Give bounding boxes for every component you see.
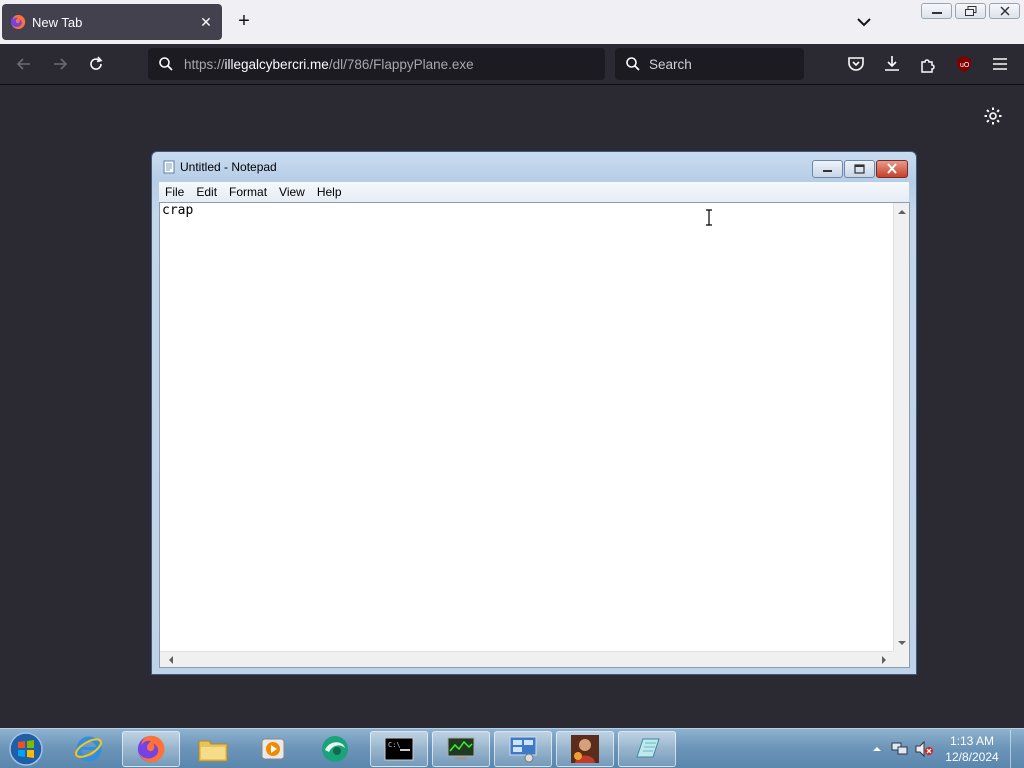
clock[interactable]: 1:13 AM 12/8/2024 — [940, 733, 1004, 765]
pocket-icon[interactable] — [846, 54, 866, 74]
taskbar-firefox[interactable] — [122, 731, 180, 767]
back-arrow-icon[interactable] — [14, 54, 34, 74]
gear-icon[interactable] — [983, 106, 1003, 126]
taskbar-internet-explorer[interactable] — [60, 731, 118, 767]
command-prompt-icon: C:\ — [384, 737, 414, 761]
restore-icon — [965, 6, 977, 16]
notepad-menubar: File Edit Format View Help — [159, 182, 909, 202]
maximize-icon — [854, 164, 865, 174]
control-panel-icon — [509, 736, 537, 763]
notepad-icon — [636, 738, 660, 758]
swirl-app-icon — [322, 736, 348, 762]
url-scheme: https:// — [184, 56, 225, 72]
menu-file[interactable]: File — [159, 185, 190, 199]
notepad-maximize-button[interactable] — [844, 160, 875, 178]
menu-format[interactable]: Format — [223, 185, 273, 199]
reload-icon[interactable] — [86, 54, 106, 74]
taskbar-file-explorer[interactable] — [184, 731, 242, 767]
notepad-content: crap — [162, 203, 194, 218]
volume-muted-icon[interactable] — [914, 740, 934, 758]
taskbar-game[interactable] — [556, 731, 614, 767]
url-text: https://illegalcybercri.me/dl/786/Flappy… — [184, 57, 474, 72]
tab-title: New Tab — [32, 14, 83, 30]
notepad-titlebar[interactable]: Untitled - Notepad — [159, 152, 909, 182]
notepad-window: Untitled - Notepad File Edit Format View… — [151, 151, 917, 675]
vertical-scrollbar[interactable] — [893, 203, 909, 652]
extensions-icon[interactable] — [918, 54, 938, 74]
close-tab-icon[interactable]: ✕ — [198, 14, 214, 30]
network-icon[interactable] — [890, 740, 910, 758]
forward-arrow-icon[interactable] — [50, 54, 70, 74]
clock-time: 1:13 AM — [949, 734, 995, 748]
notepad-close-button[interactable] — [876, 160, 908, 178]
clock-date: 12/8/2024 — [945, 750, 999, 764]
game-icon — [571, 735, 599, 763]
window-controls — [921, 3, 1020, 19]
search-icon — [159, 57, 173, 71]
url-path: /dl/786/FlappyPlane.exe — [328, 56, 474, 72]
taskbar-app-swirl[interactable] — [306, 731, 364, 767]
chevron-down-icon[interactable] — [854, 12, 874, 32]
system-tray: 1:13 AM 12/8/2024 — [870, 729, 1024, 768]
task-manager-icon — [447, 737, 475, 760]
close-window-button[interactable] — [989, 3, 1020, 19]
taskbar-notepad[interactable] — [618, 731, 676, 767]
firefox-icon — [11, 14, 26, 29]
notepad-window-controls — [812, 160, 908, 178]
notepad-title: Untitled - Notepad — [180, 160, 277, 174]
firefox-icon — [137, 735, 165, 763]
taskbar-command-prompt[interactable]: C:\ — [370, 731, 428, 767]
menu-edit[interactable]: Edit — [190, 185, 223, 199]
taskbar-control-panel[interactable] — [494, 731, 552, 767]
menu-view[interactable]: View — [273, 185, 311, 199]
taskbar: C:\ 1:13 AM 12/8/2024 — [0, 728, 1024, 768]
svg-text:uO: uO — [960, 62, 970, 69]
scroll-right-arrow-icon[interactable] — [877, 652, 891, 668]
notepad-text-area[interactable]: crap — [159, 202, 910, 668]
start-button-icon[interactable] — [6, 731, 46, 767]
internet-explorer-icon — [75, 736, 102, 762]
search-icon — [626, 57, 640, 71]
minimize-icon — [823, 170, 832, 172]
minimize-button[interactable] — [921, 3, 952, 19]
hamburger-menu-icon[interactable] — [990, 54, 1010, 74]
ublock-origin-icon[interactable]: uO — [954, 54, 974, 74]
show-hidden-icons-icon[interactable] — [870, 742, 884, 756]
menu-help[interactable]: Help — [311, 185, 348, 199]
new-tab-button[interactable]: + — [232, 10, 256, 34]
scroll-down-arrow-icon[interactable] — [894, 636, 910, 650]
scroll-up-arrow-icon[interactable] — [894, 205, 910, 219]
download-icon[interactable] — [882, 54, 902, 74]
search-placeholder: Search — [649, 56, 692, 72]
taskbar-task-manager[interactable] — [432, 731, 490, 767]
text-cursor-icon — [706, 209, 712, 226]
media-player-icon — [261, 738, 285, 760]
folder-icon — [198, 740, 228, 762]
resize-grip[interactable] — [893, 651, 909, 667]
show-desktop-button[interactable] — [1010, 730, 1024, 768]
close-icon — [1000, 6, 1010, 16]
notepad-icon — [163, 160, 175, 174]
svg-text:C:\: C:\ — [388, 741, 401, 749]
scroll-left-arrow-icon[interactable] — [164, 652, 178, 668]
notepad-minimize-button[interactable] — [812, 160, 843, 178]
url-bar[interactable]: https://illegalcybercri.me/dl/786/Flappy… — [148, 48, 605, 80]
close-icon — [887, 163, 897, 174]
horizontal-scrollbar[interactable] — [160, 651, 895, 667]
tab-new-tab[interactable]: New Tab ✕ — [2, 4, 222, 40]
tab-strip: New Tab ✕ + — [0, 0, 1024, 44]
search-bar[interactable]: Search — [615, 48, 804, 80]
taskbar-media-player[interactable] — [244, 731, 302, 767]
url-host: illegalcybercri.me — [224, 56, 329, 72]
minimize-icon — [932, 12, 942, 14]
restore-button[interactable] — [955, 3, 986, 19]
